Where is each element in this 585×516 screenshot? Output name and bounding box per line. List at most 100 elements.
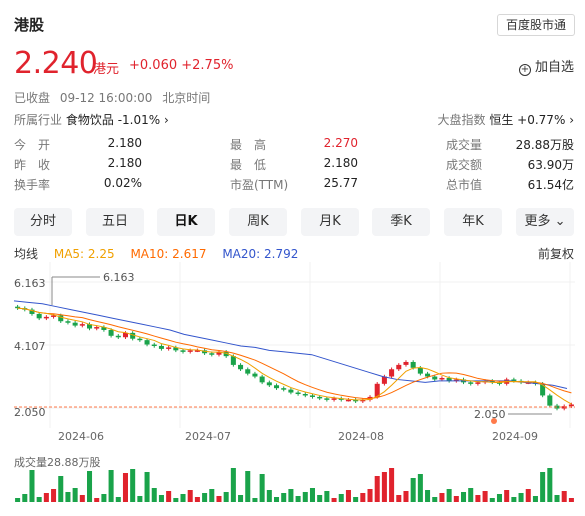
candle-body [475,382,481,384]
volume-bar [245,471,251,502]
volume-bar [547,468,553,502]
status-timezone: 北京时间 [162,91,211,105]
volume-bar [374,476,380,502]
candlestick-chart[interactable]: 6.163 4.107 2.050 6.163 2.050 [0,262,585,428]
adjust-button[interactable]: 前复权 [538,245,574,262]
industry-label: 所属行业 [14,113,63,127]
volume-bar [475,495,481,502]
volume-bar [360,493,366,502]
stat-high: 2.270 [323,136,358,150]
max-price-label: 6.163 [103,271,135,284]
volume-bar [446,489,452,502]
volume-bar [525,489,531,502]
volume-bar [180,494,186,502]
y-tick-label: 4.107 [14,340,46,353]
tab-quarterly-k[interactable]: 季K [372,208,430,236]
candle-body [410,361,416,368]
stats-row: 昨 收 2.180 最 低 2.180 成交额 63.90万 [14,156,574,176]
tab-five-day[interactable]: 五日 [86,208,144,236]
industry-link[interactable]: 所属行业 食物饮品 -1.01% › [14,113,169,127]
volume-bar [122,473,128,502]
x-tick-label: 2024-07 [185,430,231,443]
last-price: 2.240 [14,46,98,81]
index-label: 大盘指数 [437,113,486,127]
volume-bar [309,488,315,502]
status-state: 已收盘 [14,91,51,105]
volume-bar [489,498,495,502]
candle-body [115,335,121,338]
volume-bar [432,497,438,502]
volume-bar [554,495,560,502]
volume-bar [410,478,416,502]
volume-bar [101,494,107,502]
volume-bar [324,491,330,502]
tab-more[interactable]: 更多 ⌄ [516,208,574,236]
candle-body [79,324,85,326]
y-tick-label: 2.050 [14,406,46,419]
volume-bar [65,492,71,502]
change-pct: +2.75% [181,58,234,73]
volume-bar [389,468,395,502]
candle-body [309,395,315,397]
ma-label: 均线 [14,247,39,261]
x-axis: 2024-06 2024-07 2024-08 2024-09 [0,430,585,446]
volume-bar [173,498,179,502]
candle-body [568,404,574,407]
volume-bar [87,471,93,502]
industry-name: 食物饮品 [65,113,114,127]
candle-body [259,376,265,383]
candle-body [331,398,337,400]
y-tick-label: 6.163 [14,277,46,290]
volume-bar [439,493,445,502]
stats-row: 今 开 2.180 最 高 2.270 成交量 28.88万股 [14,136,574,156]
volume-bar [151,488,157,502]
volume-bar [194,497,200,502]
stat-volume: 28.88万股 [515,138,574,152]
ma5-value: MA5: 2.25 [53,247,115,261]
candle-body [439,377,445,380]
candle-body [72,322,78,326]
event-marker-icon [491,418,497,424]
candle-body [158,345,164,349]
stat-turnover: 63.90万 [527,158,574,172]
tab-intraday[interactable]: 分时 [14,208,72,236]
volume-bar [396,495,402,502]
chevron-right-icon: › [163,113,169,127]
industry-pct: -1.01% [117,113,161,127]
tab-yearly-k[interactable]: 年K [444,208,502,236]
volume-bar [281,493,287,502]
x-tick-label: 2024-08 [338,430,384,443]
candle-body [288,389,294,393]
candle-body [389,369,395,377]
index-pct: +0.77% [517,113,566,127]
volume-bar [295,496,301,502]
volume-bar [144,472,150,502]
volume-bar [51,489,57,502]
volume-bar [166,491,172,502]
volume-bar [79,495,85,502]
volume-bar [216,496,222,502]
volume-bar [367,489,373,502]
candle-body [245,369,251,374]
candle-body [187,350,193,352]
stat-label: 市盈(TTM) [230,178,289,192]
volume-bar [130,469,136,502]
tab-daily-k[interactable]: 日K [157,208,215,236]
index-link[interactable]: 大盘指数 恒生 +0.77% › [437,111,574,128]
candle-body [317,396,323,399]
volume-bar [238,495,244,502]
baidu-stock-button[interactable]: 百度股市通 [496,14,575,36]
tab-monthly-k[interactable]: 月K [301,208,359,236]
x-tick-label: 2024-06 [58,430,104,443]
currency-label: 港元 [93,62,120,77]
volume-bar [108,470,114,502]
candle-body [65,321,71,323]
volume-bar [288,489,294,502]
candle-body [238,364,244,370]
stat-turnover-rate: 0.02% [103,176,142,190]
candle-body [468,382,474,384]
tab-weekly-k[interactable]: 周K [229,208,287,236]
volume-bar [302,492,308,502]
candle-body [547,395,553,406]
add-watchlist-button[interactable]: + 加自选 [518,56,574,76]
